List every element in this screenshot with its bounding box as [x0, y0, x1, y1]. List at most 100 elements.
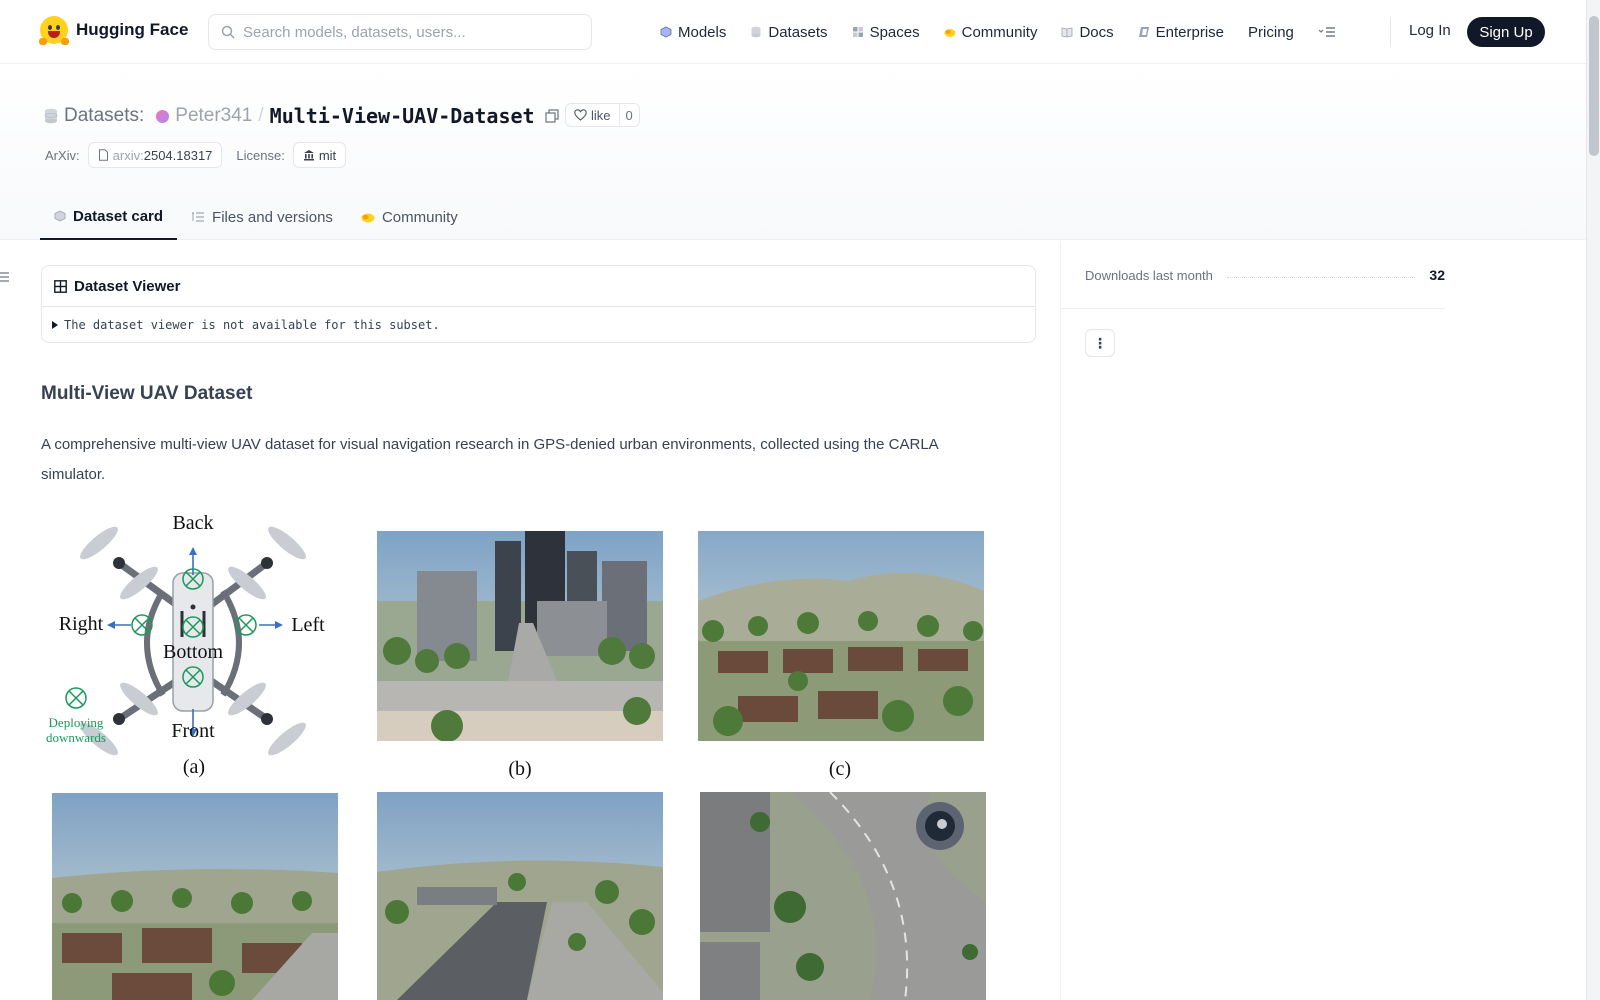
section-link[interactable]: Datasets: — [64, 105, 144, 127]
brand-name: Hugging Face — [76, 20, 189, 39]
tab-dataset-card-label: Dataset card — [73, 207, 164, 225]
dataset-figure: Back Right Left Bottom Front Deploying d… — [41, 513, 1001, 1000]
label-left: Left — [291, 614, 325, 636]
nav-spaces-label: Spaces — [869, 23, 920, 41]
grid-icon — [852, 27, 863, 37]
downloads-stat: Downloads last month 32 — [1085, 267, 1445, 283]
nav-enterprise[interactable]: Enterprise — [1138, 20, 1224, 44]
signup-button[interactable]: Sign Up — [1467, 17, 1545, 47]
page-scrollbar[interactable] — [1586, 0, 1600, 1000]
label-front: Front — [171, 720, 215, 742]
brand-home-link[interactable]: Hugging Face — [39, 16, 189, 45]
nav-spaces[interactable]: Spaces — [852, 20, 920, 44]
dataset-viewer-panel: Dataset Viewer The dataset viewer is not… — [41, 265, 1036, 343]
like-label: like — [591, 107, 611, 123]
enterprise-icon — [1138, 27, 1149, 37]
arxiv-tag[interactable]: arxiv: 2504.18317 — [87, 142, 223, 168]
repo-name[interactable]: Multi-View-UAV-Dataset — [270, 104, 535, 128]
right-sidebar: Downloads last month 32 ⋮ — [1060, 241, 1586, 1000]
scene-image-f — [700, 792, 986, 1000]
like-count: 0 — [625, 107, 633, 123]
tab-community-label: Community — [381, 208, 458, 226]
search-icon — [221, 25, 235, 39]
search-box[interactable] — [208, 14, 592, 50]
scrollbar-thumb[interactable] — [1589, 16, 1599, 156]
dataset-viewer-header: Dataset Viewer — [42, 266, 1035, 307]
dataset-viewer-title: Dataset Viewer — [74, 277, 181, 295]
nav-divider — [1390, 18, 1391, 46]
scene-image-b — [377, 531, 663, 741]
arxiv-id: 2504.18317 — [143, 147, 213, 163]
figure-label-c: (c) — [828, 758, 852, 780]
tab-files-and-versions[interactable]: Files and versions — [177, 194, 347, 240]
breadcrumb-separator: / — [258, 105, 264, 126]
label-bottom: Bottom — [163, 641, 223, 663]
hugging-face-logo-icon — [39, 16, 69, 45]
downloads-label: Downloads last month — [1085, 267, 1213, 283]
more-menu-icon — [1318, 27, 1335, 37]
community-icon — [361, 213, 375, 223]
document-icon — [98, 149, 108, 161]
toc-toggle-icon[interactable] — [0, 271, 10, 283]
arxiv-label: ArXiv: — [45, 147, 80, 163]
copy-icon[interactable] — [544, 109, 559, 123]
nav-community-label: Community — [961, 23, 1038, 41]
arxiv-prefix: arxiv: — [112, 147, 144, 163]
owner-avatar — [156, 109, 170, 123]
like-button[interactable]: like 0 — [565, 103, 640, 127]
scale-icon — [303, 150, 314, 161]
vertical-dots-icon: ⋮ — [1093, 334, 1107, 351]
scene-image-d — [52, 793, 338, 1000]
nav-docs[interactable]: Docs — [1061, 20, 1114, 44]
card-title: Multi-View UAV Dataset — [41, 383, 253, 404]
book-icon — [1062, 27, 1073, 38]
nav-models-label: Models — [678, 23, 727, 41]
main-nav: Models Datasets Spaces Community Docs En… — [660, 20, 1356, 44]
nav-community[interactable]: Community — [944, 20, 1038, 44]
dataset-viewer-message: The dataset viewer is not available for … — [64, 318, 440, 332]
label-deploying: Deploying — [49, 715, 104, 730]
license-tag[interactable]: mit — [292, 142, 347, 168]
tab-dataset-card[interactable]: Dataset card — [40, 194, 178, 240]
nav-enterprise-label: Enterprise — [1155, 23, 1225, 41]
nav-datasets[interactable]: Datasets — [750, 20, 828, 44]
license-label: License: — [236, 147, 285, 163]
database-icon — [751, 26, 761, 38]
dataset-viewer-disclosure[interactable]: The dataset viewer is not available for … — [42, 307, 1035, 343]
figure-label-b: (b) — [508, 758, 532, 780]
label-back: Back — [172, 513, 213, 534]
dataset-card-icon — [54, 210, 66, 222]
label-downwards: downwards — [46, 730, 106, 745]
figure-label-a: (a) — [182, 756, 206, 778]
tab-files-label: Files and versions — [212, 208, 333, 226]
label-right: Right — [59, 613, 104, 635]
nav-pricing-label: Pricing — [1248, 23, 1294, 41]
heart-icon — [574, 109, 587, 121]
owner-link[interactable]: Peter341 — [175, 105, 252, 127]
breadcrumb: Datasets: Peter341 / Multi-View-UAV-Data… — [44, 104, 559, 128]
drone-camera-diagram: Back Right Left Bottom Front Deploying d… — [46, 513, 325, 756]
hugging-hands-icon — [944, 29, 956, 37]
sidebar-divider — [1061, 308, 1445, 309]
like-action[interactable]: like — [566, 104, 620, 126]
login-link[interactable]: Log In — [1409, 22, 1451, 39]
scene-image-c — [698, 531, 984, 741]
nav-pricing[interactable]: Pricing — [1248, 20, 1294, 44]
table-icon — [54, 279, 67, 293]
top-navbar: Hugging Face Models Datasets Spaces Comm… — [0, 0, 1586, 64]
nav-more-menu[interactable] — [1318, 20, 1336, 44]
card-description: A comprehensive multi-view UAV dataset f… — [41, 436, 938, 483]
sidebar-options-button[interactable]: ⋮ — [1085, 329, 1115, 357]
repo-tabs: Dataset card Files and versions Communit… — [40, 194, 472, 240]
cube-icon — [660, 26, 672, 38]
tab-community[interactable]: Community — [347, 194, 472, 240]
nav-models[interactable]: Models — [660, 20, 726, 44]
search-input[interactable] — [243, 23, 573, 41]
repo-header: Datasets: Peter341 / Multi-View-UAV-Data… — [0, 64, 1586, 240]
repo-metadata: ArXiv: arxiv: 2504.18317 License: mit — [45, 142, 360, 168]
downloads-dotted-leader — [1226, 276, 1416, 278]
files-icon — [192, 212, 205, 222]
dataset-icon — [44, 108, 58, 124]
downloads-value: 32 — [1429, 267, 1445, 283]
nav-datasets-label: Datasets — [768, 23, 828, 41]
